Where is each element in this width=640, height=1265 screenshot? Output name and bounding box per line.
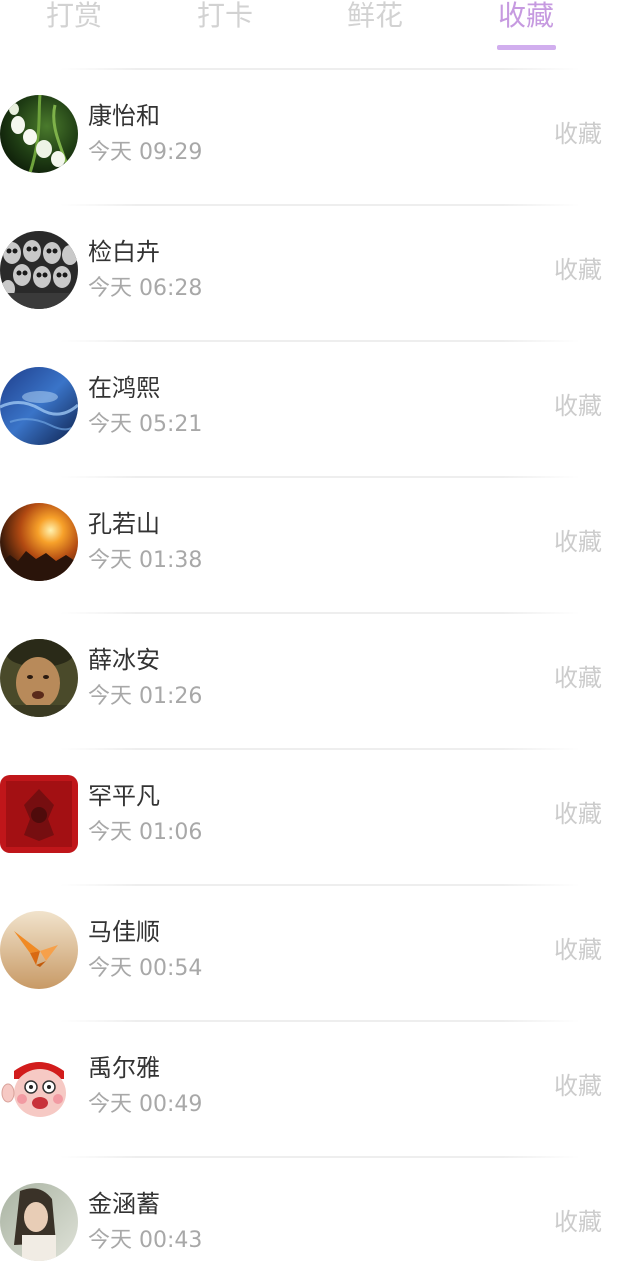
- user-name: 罕平凡: [88, 782, 160, 810]
- avatar[interactable]: [0, 1183, 78, 1261]
- favorite-button[interactable]: 收藏: [554, 254, 602, 286]
- favorite-button[interactable]: 收藏: [554, 798, 602, 830]
- explosion-avatar-icon: [0, 503, 78, 581]
- girl-portrait-avatar-icon: [0, 1183, 78, 1261]
- user-name: 马佳顺: [88, 918, 160, 946]
- favorite-button[interactable]: 收藏: [554, 390, 602, 422]
- favorite-time: 今天 09:29: [88, 140, 203, 165]
- cartoon-face-avatar-icon: [0, 1047, 78, 1125]
- tab-tips[interactable]: 打赏: [46, 0, 102, 38]
- avatar[interactable]: [0, 95, 78, 173]
- tab-checkin[interactable]: 打卡: [197, 0, 253, 38]
- favorite-button[interactable]: 收藏: [554, 1206, 602, 1238]
- tab-bar: 打赏 打卡 鲜花 收藏: [0, 0, 640, 74]
- favorites-list: 康怡和 今天 09:29 收藏 检白卉 今天 06:28 收藏 在鸿熙 今天 0…: [0, 68, 640, 1265]
- favorite-time: 今天 00:54: [88, 956, 203, 981]
- user-name: 检白卉: [88, 238, 160, 266]
- avatar[interactable]: [0, 775, 78, 853]
- list-item[interactable]: 禹尔雅 今天 00:49 收藏: [0, 1020, 640, 1156]
- list-item[interactable]: 康怡和 今天 09:29 收藏: [0, 68, 640, 204]
- user-name: 康怡和: [88, 102, 160, 130]
- row-divider: [60, 1156, 580, 1158]
- favorite-button[interactable]: 收藏: [554, 662, 602, 694]
- list-item[interactable]: 马佳顺 今天 00:54 收藏: [0, 884, 640, 1020]
- user-name: 在鸿熙: [88, 374, 160, 402]
- favorite-time: 今天 06:28: [88, 276, 203, 301]
- list-item[interactable]: 孔若山 今天 01:38 收藏: [0, 476, 640, 612]
- list-item[interactable]: 在鸿熙 今天 05:21 收藏: [0, 340, 640, 476]
- row-divider: [60, 1020, 580, 1022]
- user-name: 禹尔雅: [88, 1054, 160, 1082]
- user-name: 金涵蓄: [88, 1190, 160, 1218]
- paper-crane-avatar-icon: [0, 911, 78, 989]
- list-item[interactable]: 罕平凡 今天 01:06 收藏: [0, 748, 640, 884]
- row-divider: [60, 612, 580, 614]
- favorite-time: 今天 00:49: [88, 1092, 203, 1117]
- row-divider: [60, 68, 580, 70]
- man-face-avatar-icon: [0, 639, 78, 717]
- avatar[interactable]: [0, 367, 78, 445]
- favorite-button[interactable]: 收藏: [554, 934, 602, 966]
- red-pattern-avatar-icon: [0, 775, 78, 853]
- tab-favorites[interactable]: 收藏: [498, 0, 554, 38]
- avatar[interactable]: [0, 911, 78, 989]
- skull-avatar-icon: [0, 231, 78, 309]
- avatar[interactable]: [0, 1047, 78, 1125]
- avatar[interactable]: [0, 639, 78, 717]
- favorite-time: 今天 01:38: [88, 548, 203, 573]
- row-divider: [60, 476, 580, 478]
- list-item[interactable]: 薛冰安 今天 01:26 收藏: [0, 612, 640, 748]
- avatar[interactable]: [0, 503, 78, 581]
- favorite-button[interactable]: 收藏: [554, 526, 602, 558]
- favorites-page: 打赏 打卡 鲜花 收藏 康怡和 今天 09:29 收藏 检白卉 今天 06:28…: [0, 0, 640, 1265]
- list-item[interactable]: 金涵蓄 今天 00:43 收藏: [0, 1156, 640, 1265]
- favorite-button[interactable]: 收藏: [554, 1070, 602, 1102]
- favorite-time: 今天 01:26: [88, 684, 203, 709]
- favorite-button[interactable]: 收藏: [554, 118, 602, 150]
- favorite-time: 今天 00:43: [88, 1228, 203, 1253]
- user-name: 孔若山: [88, 510, 160, 538]
- active-tab-indicator: [497, 45, 556, 50]
- row-divider: [60, 884, 580, 886]
- list-item[interactable]: 检白卉 今天 06:28 收藏: [0, 204, 640, 340]
- favorite-time: 今天 01:06: [88, 820, 203, 845]
- ocean-avatar-icon: [0, 367, 78, 445]
- row-divider: [60, 748, 580, 750]
- flower-avatar-icon: [0, 95, 78, 173]
- favorite-time: 今天 05:21: [88, 412, 203, 437]
- tab-flowers[interactable]: 鲜花: [347, 0, 403, 38]
- user-name: 薛冰安: [88, 646, 160, 674]
- row-divider: [60, 204, 580, 206]
- row-divider: [60, 340, 580, 342]
- avatar[interactable]: [0, 231, 78, 309]
